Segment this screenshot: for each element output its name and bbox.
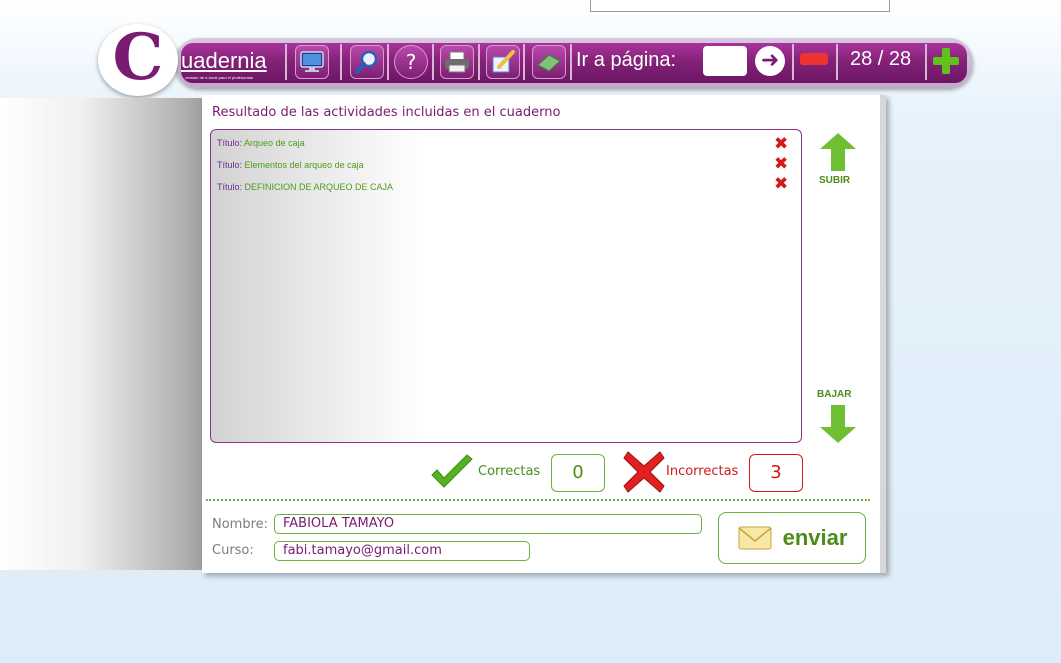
page-title: Resultado de las actividades incluidas e… — [212, 105, 561, 120]
check-icon — [431, 454, 473, 488]
print-button[interactable] — [440, 45, 474, 79]
edit-button[interactable] — [486, 45, 520, 79]
toolbar-separator — [570, 44, 572, 80]
incorrect-icon: ✖ — [774, 154, 789, 174]
list-item: Título: Elementos del arqueo de caja — [217, 160, 364, 170]
incorrect-count: 3 — [749, 454, 803, 492]
toolbar-separator — [387, 44, 389, 80]
incorrect-icon: ✖ — [774, 134, 789, 154]
toolbar-separator — [792, 44, 794, 80]
search-icon — [355, 50, 378, 74]
help-button[interactable]: ? — [394, 45, 428, 79]
toolbar-separator — [285, 44, 287, 80]
monitor-icon — [300, 51, 324, 72]
plus-icon[interactable] — [930, 45, 962, 77]
monitor-button[interactable] — [295, 45, 329, 79]
item-label: Título: — [217, 138, 243, 148]
list-item: Título: DEFINICION DE ARQUEO DE CAJA — [217, 182, 393, 192]
scroll-down-label: BAJAR — [817, 389, 852, 400]
name-label: Nombre: — [212, 517, 269, 532]
item-value: Elementos del arqueo de caja — [244, 160, 364, 170]
envelope-icon — [738, 526, 772, 550]
arrow-up-icon — [820, 133, 856, 171]
print-icon — [445, 51, 469, 73]
page-indicator: 28 / 28 — [850, 48, 912, 70]
help-icon: ? — [405, 50, 417, 74]
toolbar-separator — [836, 44, 838, 80]
page-input[interactable] — [703, 46, 747, 76]
logo-subtitle: creador de e-book para el profesorado — [185, 75, 254, 80]
course-label: Curso: — [212, 543, 254, 558]
toolbar-separator — [432, 44, 434, 80]
logo-word: uadernia — [181, 48, 267, 73]
toolbar-separator — [523, 44, 525, 80]
item-label: Título: — [217, 160, 243, 170]
scroll-down-button[interactable] — [818, 403, 858, 447]
eraser-icon — [537, 54, 561, 72]
toolbar-separator — [925, 44, 927, 80]
correct-label: Correctas — [478, 464, 541, 479]
goto-label: Ir a página: — [576, 49, 677, 71]
divider — [206, 499, 870, 501]
eraser-button[interactable] — [532, 45, 566, 79]
item-value: Arqueo de caja — [244, 138, 305, 148]
item-label: Título: — [217, 182, 243, 192]
app-logo: C — [98, 24, 178, 96]
search-button[interactable] — [350, 45, 384, 79]
send-button[interactable]: enviar — [718, 512, 866, 564]
scroll-up-button[interactable] — [818, 133, 858, 177]
scroll-up-label: SUBIR — [819, 175, 851, 186]
course-field[interactable] — [274, 541, 530, 561]
arrow-down-icon — [820, 405, 856, 443]
results-panel: Resultado de las actividades incluidas e… — [202, 95, 886, 573]
send-label: enviar — [782, 525, 848, 550]
top-input-box — [590, 0, 890, 12]
incorrect-label: Incorrectas — [666, 464, 739, 479]
name-field[interactable] — [274, 514, 702, 534]
toolbar-separator — [478, 44, 480, 80]
minus-icon[interactable] — [800, 53, 828, 65]
toolbar-separator — [340, 44, 342, 80]
go-arrow-icon[interactable]: ➜ — [755, 46, 785, 76]
results-list[interactable]: Título: Arqueo de caja Título: Elementos… — [210, 129, 802, 443]
correct-count: 0 — [551, 454, 605, 492]
list-item: Título: Arqueo de caja — [217, 138, 305, 148]
logo-letter: C — [112, 20, 164, 95]
edit-icon — [492, 50, 515, 73]
incorrect-big-icon — [623, 451, 665, 493]
incorrect-icon: ✖ — [774, 174, 789, 194]
item-value: DEFINICION DE ARQUEO DE CAJA — [244, 182, 394, 192]
page-shadow — [0, 98, 205, 570]
